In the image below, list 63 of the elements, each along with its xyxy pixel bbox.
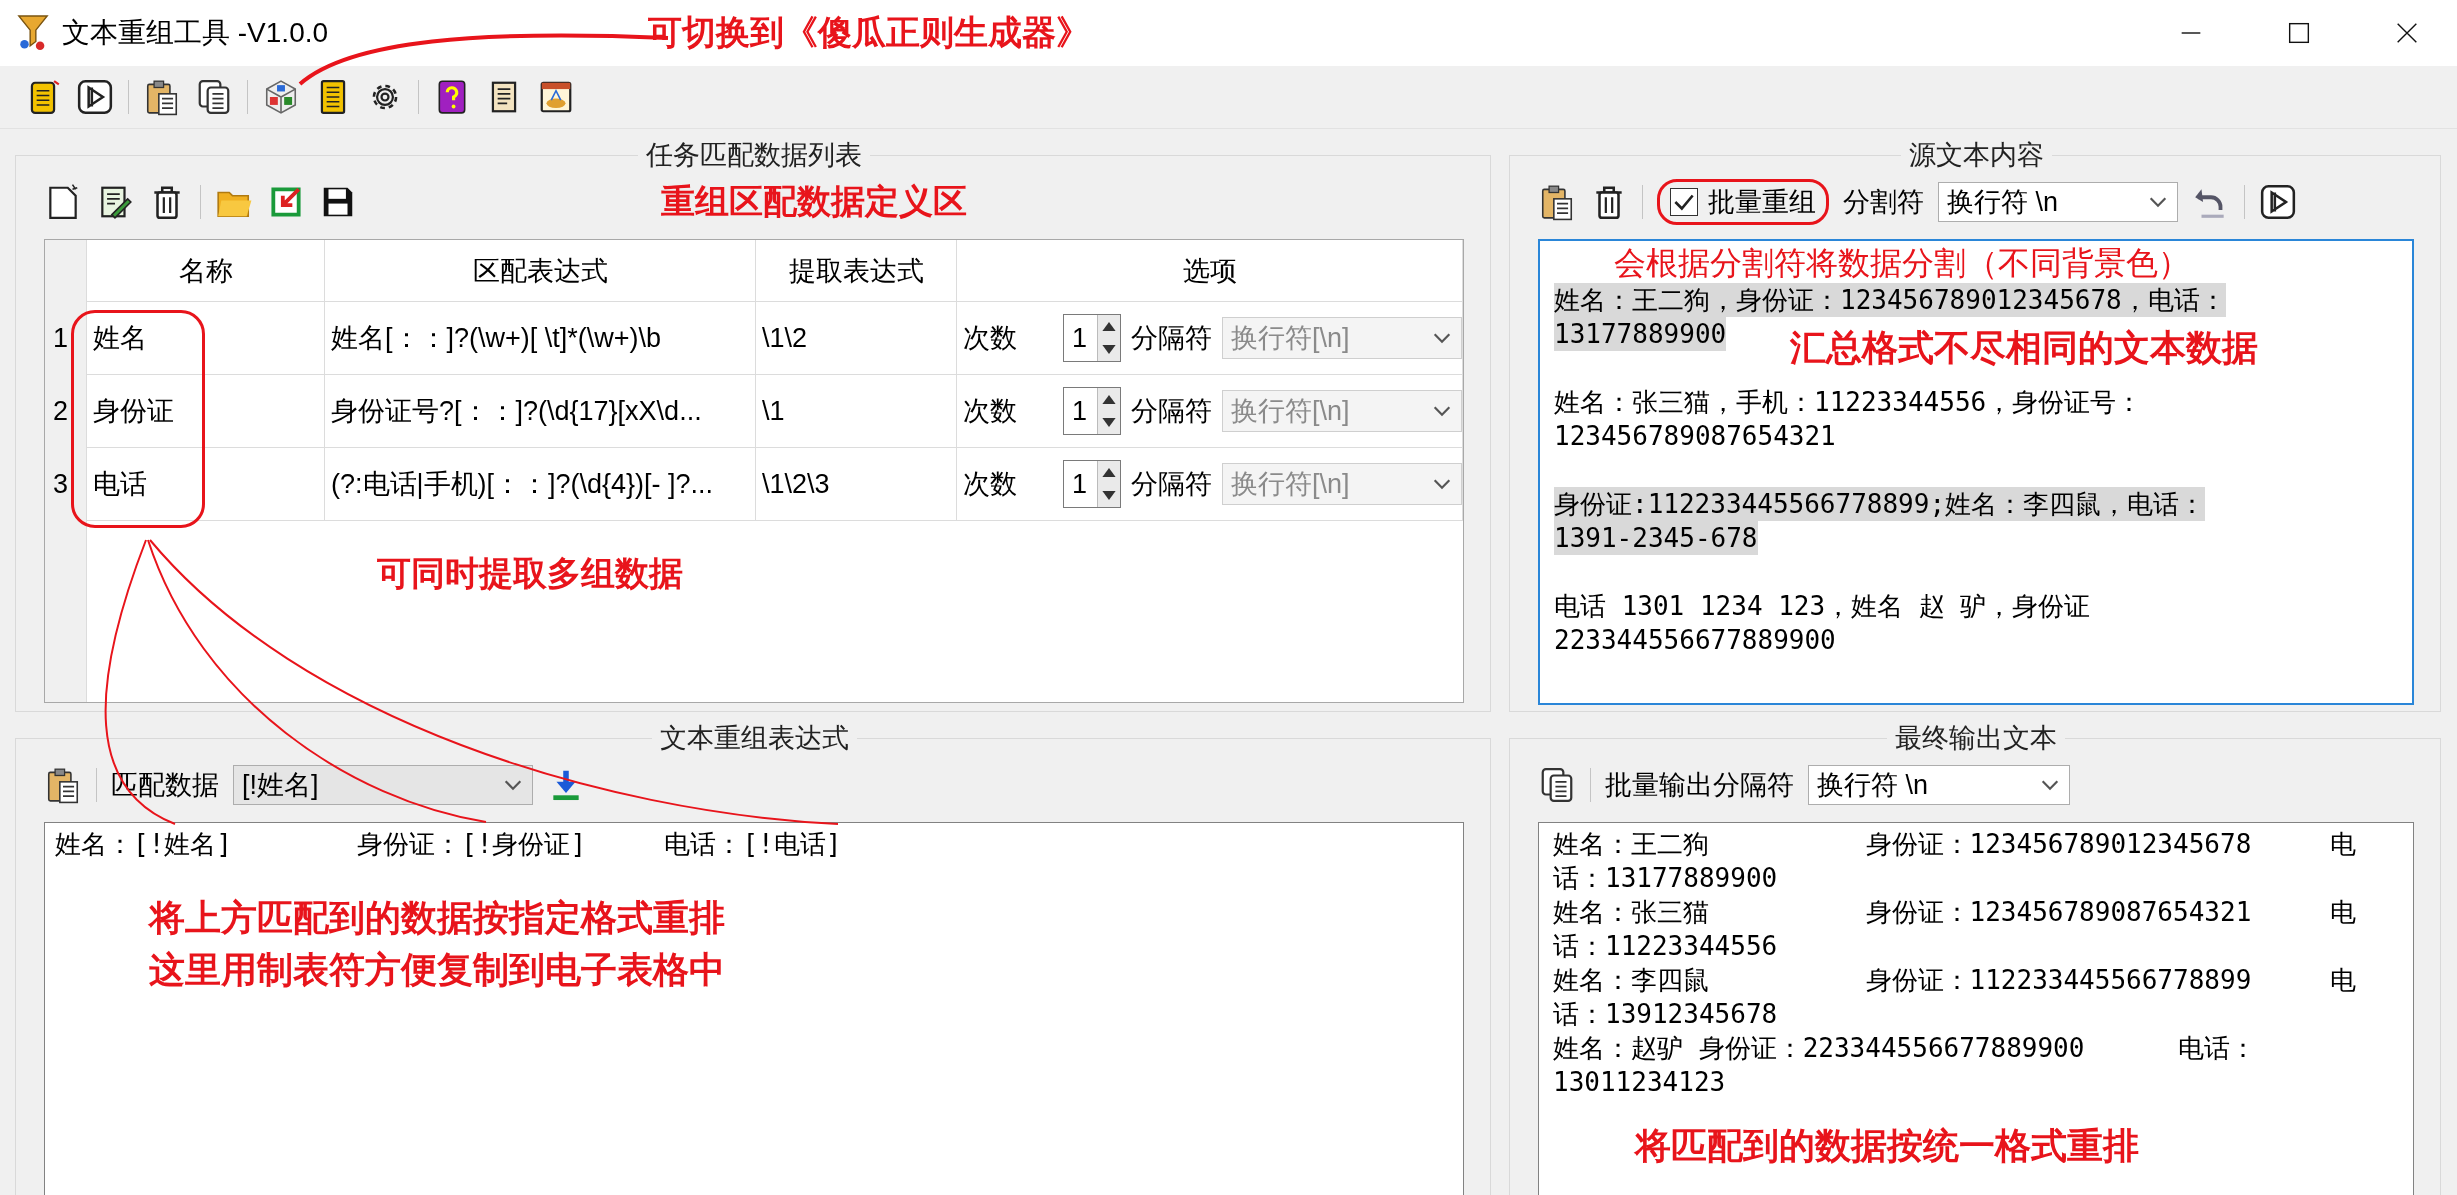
text-line: 姓名：赵驴 身份证：223344556677889900 电话： (1553, 1032, 2258, 1065)
annotation-text: 汇总格式不尽相同的文本数据 (1790, 325, 2258, 369)
count-spinner[interactable]: 1 (1063, 387, 1121, 435)
row-number: 2 (45, 375, 87, 448)
text-line: 话：11223344556 (1553, 930, 1779, 963)
expression-text-area[interactable]: 姓名：[!姓名] 身份证：[!身份证] 电话：[!电话] 将上方匹配到的数据按指定格式重排 这里用制表符方便复制到电子表格中 (44, 822, 1464, 1195)
batch-checkbox[interactable]: 批量重组 (1670, 184, 1816, 220)
column-header: 选项 (957, 240, 1463, 302)
row-number: 1 (45, 302, 87, 375)
text-line: 姓名：李四鼠 身份证：112233445566778899 电 (1553, 964, 2357, 997)
group-title: 任务匹配数据列表 (645, 139, 863, 172)
count-label: 次数 (963, 468, 1017, 501)
annotation-text: 可同时提取多组数据 (377, 552, 683, 595)
output-separator-dropdown[interactable]: 换行符 \n (1808, 765, 2070, 805)
corner-header-cell (45, 240, 87, 302)
separator-label: 分隔符 (1131, 395, 1212, 428)
table-cell: 身份证 (87, 375, 325, 448)
text-line: 223344556677889900 (1554, 624, 1836, 657)
group-title: 文本重组表达式 (658, 722, 850, 755)
output-separator-label: 批量输出分隔符 (1605, 769, 1794, 802)
window-title: 文本重组工具 -V1.0.0 (62, 16, 329, 50)
count-label: 次数 (963, 395, 1017, 428)
text-line: 话：13177889900 (1553, 862, 1779, 895)
table-cell: \1\2\3 (756, 448, 957, 521)
table-cell: 姓名[：：]?(\w+)[ \t]*(\w+)\b (325, 302, 756, 375)
play-icon[interactable] (76, 78, 114, 116)
count-label: 次数 (963, 322, 1017, 355)
row-number: 3 (45, 448, 87, 521)
separator-label: 分隔符 (1131, 468, 1212, 501)
column-header: 提取表达式 (756, 240, 957, 302)
count-spinner[interactable]: 1 (1063, 460, 1121, 508)
group-title: 最终输出文本 (1894, 722, 2058, 755)
match-data-dropdown[interactable]: [!姓名] (233, 765, 533, 805)
annotation-text: 这里用制表符方便复制到电子表格中 (149, 947, 726, 992)
text-line: 姓名：张三猫 身份证：123456789087654321 电 (1553, 896, 2357, 929)
table-cell: 身份证号?[：：]?(\d{17}[xX\d... (325, 375, 756, 448)
separator-label: 分割符 (1843, 186, 1924, 219)
annotation-text: 重组区配数据定义区 (661, 180, 967, 223)
funnel-icon (16, 13, 50, 53)
annotation-text: 会根据分割符将数据分割（不同背景色） (1613, 243, 2191, 283)
count-spinner[interactable]: 1 (1063, 314, 1121, 362)
expression-text: 姓名：[!姓名] 身份证：[!身份证] 电话：[!电话] (55, 828, 843, 861)
table-cell: 电话 (87, 448, 325, 521)
source-text-area[interactable] (1538, 239, 2414, 705)
annotation-text: 将匹配到的数据按统一格式重排 (1633, 1123, 2140, 1168)
text-line: 13011234123 (1553, 1066, 1727, 1099)
text-line: 话：13912345678 (1553, 998, 1779, 1031)
separator-dropdown[interactable]: 换行符 \n (1938, 182, 2178, 222)
run-icon[interactable] (2259, 183, 2297, 221)
annotation-text: 将上方匹配到的数据按指定格式重排 (149, 895, 726, 940)
table-cell: 姓名 (87, 302, 325, 375)
text-line: 姓名：张三猫，手机：11223344556，身份证号： (1554, 386, 2143, 419)
separator-label: 分隔符 (1131, 322, 1212, 355)
table-cell: \1 (756, 375, 957, 448)
table-cell: (?:电话|手机)[：：]?(\d{4})[- ]?... (325, 448, 756, 521)
column-header: 区配表达式 (325, 240, 756, 302)
table-cell: \1\2 (756, 302, 957, 375)
group-title: 源文本内容 (1907, 139, 2045, 172)
column-header: 名称 (87, 240, 325, 302)
output-text-area[interactable]: 姓名：王二狗 身份证：123456789012345678 电 话：13177889900 姓名：张三猫 身份证：123456789087654321 电 话：11223344556 姓名：李四鼠 身份证：112233445566778899 电 话：13912345678 姓名：赵驴 身份证：223344556677889900 电话： 13011234123 将匹配到的数据按统一格式重排 (1538, 822, 2414, 1195)
text-line: 姓名：王二狗 身份证：123456789012345678 电 (1553, 828, 2357, 861)
text-line: 电话 1301 1234 123，姓名 赵 驴，身份证 (1554, 590, 2091, 623)
text-line: 123456789087654321 (1554, 420, 1836, 453)
